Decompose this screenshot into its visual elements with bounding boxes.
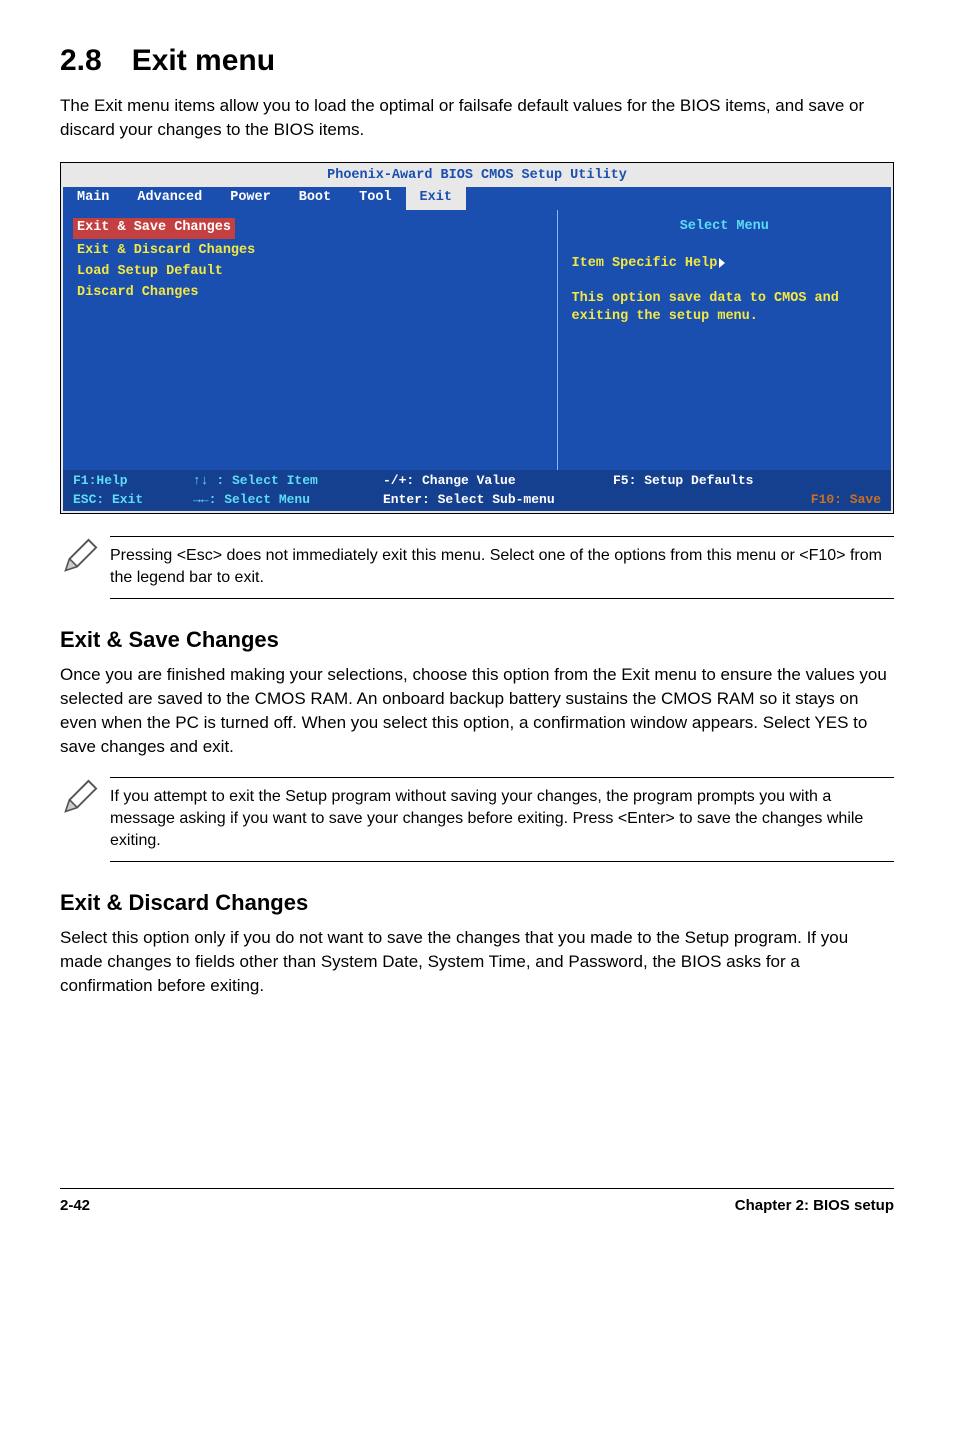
section-heading-discard: Exit & Discard Changes: [60, 888, 894, 919]
note-block-2: If you attempt to exit the Setup program…: [60, 777, 894, 862]
bios-foot-change-value: -/+: Change Value: [383, 473, 516, 488]
page-footer: 2-42 Chapter 2: BIOS setup: [60, 1188, 894, 1216]
page-title: 2.8 Exit menu: [60, 40, 894, 82]
bios-item: Exit & Discard Changes: [73, 241, 547, 262]
bios-help-body: This option save data to CMOS and exitin…: [572, 291, 839, 324]
section-heading-save: Exit & Save Changes: [60, 625, 894, 656]
page-number: 2-42: [60, 1195, 90, 1216]
pencil-icon: [60, 777, 110, 824]
bios-left-panel: Exit & Save Changes Exit & Discard Chang…: [63, 210, 558, 470]
note-text-2: If you attempt to exit the Setup program…: [110, 777, 894, 862]
bios-item: Discard Changes: [73, 283, 547, 304]
bios-tab-boot: Boot: [285, 187, 345, 210]
bios-screenshot: Phoenix-Award BIOS CMOS Setup Utility Ma…: [60, 162, 894, 514]
bios-item-selected: Exit & Save Changes: [73, 218, 235, 239]
bios-footer-bar: F1:Help ESC: Exit ↑↓ : Select Item →←: S…: [63, 470, 891, 510]
bios-foot-select-menu: →←: Select Menu: [193, 492, 310, 507]
bios-foot-f1: F1:Help: [73, 473, 128, 488]
pencil-icon: [60, 536, 110, 583]
bios-foot-f5: F5: Setup Defaults: [613, 473, 753, 488]
section-body-discard: Select this option only if you do not wa…: [60, 926, 894, 997]
bios-foot-esc: ESC: Exit: [73, 492, 143, 507]
bios-help-header: Item Specific Help: [572, 256, 718, 271]
bios-window-title: Phoenix-Award BIOS CMOS Setup Utility: [63, 165, 891, 188]
intro-paragraph: The Exit menu items allow you to load th…: [60, 94, 894, 142]
chapter-label: Chapter 2: BIOS setup: [735, 1195, 894, 1216]
bios-tab-exit: Exit: [406, 187, 466, 210]
bios-tab-main: Main: [63, 187, 123, 210]
bios-foot-enter: Enter: Select Sub-menu: [383, 492, 555, 507]
bios-right-panel: Select Menu Item Specific Help This opti…: [558, 210, 891, 470]
bios-foot-select-item: ↑↓ : Select Item: [193, 473, 318, 488]
bios-tab-advanced: Advanced: [123, 187, 216, 210]
bios-select-menu-title: Select Menu: [572, 218, 877, 237]
bios-tab-bar: Main Advanced Power Boot Tool Exit: [63, 187, 891, 210]
note-text-1: Pressing <Esc> does not immediately exit…: [110, 536, 894, 599]
note-block-1: Pressing <Esc> does not immediately exit…: [60, 536, 894, 599]
section-body-save: Once you are finished making your select…: [60, 663, 894, 758]
bios-item: Load Setup Default: [73, 262, 547, 283]
bios-tab-tool: Tool: [345, 187, 405, 210]
bios-tab-power: Power: [216, 187, 285, 210]
cursor-icon: [719, 258, 725, 268]
bios-foot-f10: F10: Save: [811, 492, 881, 507]
